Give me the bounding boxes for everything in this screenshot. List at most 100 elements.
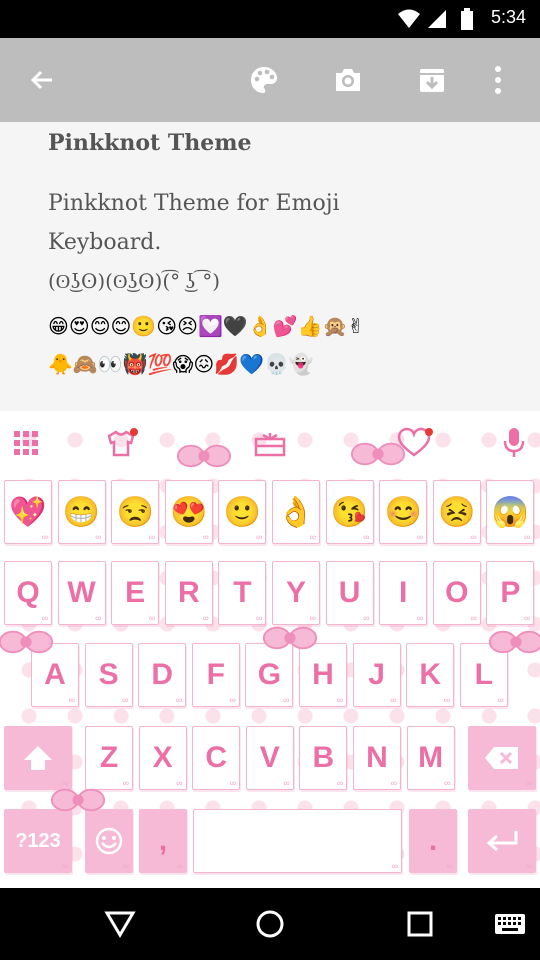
key-o[interactable]: O ∞ [432,561,481,625]
key-g-label: G [257,658,282,691]
emoji-suggestion-key-label: 😍 [170,495,208,529]
backspace-key[interactable]: ∞ [468,726,536,790]
key-t[interactable]: T ∞ [218,561,267,625]
key-q[interactable]: Q ∞ [4,561,52,625]
battery-icon [461,8,473,30]
apps-grid-icon[interactable] [6,423,46,463]
shift-icon [24,746,52,770]
emoji-suggestion-key[interactable]: 😍 ∞ [164,480,213,544]
back-triangle-icon[interactable] [98,902,142,946]
key-bow-mark: ∞ [416,532,424,542]
key-j-label: J [368,658,385,691]
emoji-suggestion-key[interactable]: 😘 ∞ [325,480,374,544]
key-bow-mark: ∞ [470,532,477,542]
key-bow-mark: ∞ [336,695,343,705]
key-bow-mark: ∞ [390,695,397,705]
keyboard: 💖 ∞ 😁 ∞ 😒 ∞ 😍 ∞ 🙂 ∞ 👌 ∞ 😘 ∞ 😊 ∞ 😣 ∞ 😱 ∞ Q ∞ W ∞ E ∞ R ∞ T ∞ Y ∞ U ∞ I ∞ O ∞ P ∞… [0,411,540,888]
smiley-icon [95,827,123,855]
emoji-suggestion-key-label: 💖 [9,495,47,529]
signal-icon [428,10,446,28]
keyboard-icon[interactable] [488,902,532,946]
theme-shirt-icon[interactable] [102,423,142,463]
period-key[interactable]: . ∞ [409,809,457,873]
archive-icon[interactable] [408,56,456,104]
key-k[interactable]: K ∞ [406,643,455,707]
key-r[interactable]: R ∞ [164,561,213,625]
back-arrow-icon[interactable] [18,56,66,104]
key-y-label: Y [285,576,306,609]
key-d-label: D [151,658,174,691]
key-x[interactable]: X ∞ [138,726,187,790]
key-e[interactable]: E ∞ [111,561,160,625]
key-f-label: F [206,658,225,691]
key-s[interactable]: S ∞ [84,643,133,707]
key-b[interactable]: B ∞ [299,726,348,790]
key-d[interactable]: D ∞ [138,643,187,707]
emoji-suggestion-key[interactable]: 😒 ∞ [111,480,160,544]
comma-key-label: , [158,824,168,857]
camera-icon[interactable] [324,56,372,104]
key-bow-mark: ∞ [95,532,102,542]
key-m[interactable]: M ∞ [406,726,455,790]
key-v[interactable]: V ∞ [245,726,294,790]
backspace-icon [485,747,518,769]
key-w-label: W [67,576,96,609]
status-bar: 5:34 [0,0,540,38]
emoji-suggestion-key[interactable]: 💖 ∞ [4,480,52,544]
key-p[interactable]: P ∞ [486,561,535,625]
key-bow-mark: ∞ [446,861,453,871]
palette-icon[interactable] [240,56,288,104]
emoji-suggestion-key-label: 😒 [116,495,154,529]
key-bow-mark: ∞ [122,695,129,705]
key-a-label: A [44,658,66,691]
bow-decoration-icon [262,626,318,650]
key-w[interactable]: W ∞ [57,561,106,625]
key-e-label: E [125,576,146,609]
key-c[interactable]: C ∞ [192,726,241,790]
home-circle-icon[interactable] [248,902,292,946]
emoji-suggestion-key[interactable]: 😣 ∞ [432,480,481,544]
key-j[interactable]: J ∞ [352,643,401,707]
symbols-key-label: ?123 [15,829,61,852]
key-b-label: B [312,741,335,774]
microphone-icon[interactable] [494,423,534,463]
bow-decoration-icon [488,630,540,654]
key-bow-mark: ∞ [202,613,209,623]
key-f[interactable]: F ∞ [191,643,240,707]
note-body[interactable]: Pinkknot Theme for Emoji Keyboard. (ʘ͜ʖʘ… [48,184,518,301]
key-bow-mark: ∞ [176,778,183,788]
emoji-suggestion-key[interactable]: 😁 ∞ [57,480,106,544]
key-r-label: R [177,576,200,609]
key-bow-mark: ∞ [229,695,236,705]
key-bow-mark: ∞ [95,613,102,623]
key-u[interactable]: U ∞ [325,561,374,625]
recents-square-icon[interactable] [398,902,442,946]
key-bow-mark: ∞ [336,778,344,788]
emoji-suggestion-key-label: 😊 [384,495,422,529]
key-n[interactable]: N ∞ [353,726,401,790]
key-i[interactable]: I ∞ [379,561,428,625]
period-key-label: . [428,824,438,857]
key-o-label: O [445,576,469,609]
status-time: 5:34 [490,7,526,27]
key-y[interactable]: Y ∞ [272,561,320,625]
key-bow-mark: ∞ [523,532,531,542]
emoji-suggestion-key-label: 😘 [330,495,369,529]
emoji-suggestion-key[interactable]: 😊 ∞ [379,480,428,544]
key-n-label: N [366,741,388,774]
emoji-suggestion-key[interactable]: 👌 ∞ [272,480,320,544]
key-m-label: M [418,741,444,774]
key-bow-mark: ∞ [497,695,504,705]
comma-key[interactable]: , ∞ [139,809,187,873]
key-bow-mark: ∞ [229,778,237,788]
key-bow-mark: ∞ [282,695,290,705]
gift-icon[interactable] [250,423,290,463]
enter-key[interactable]: ∞ [468,809,536,873]
key-bow-mark: ∞ [309,532,316,542]
key-c-label: C [205,741,228,774]
emoji-suggestion-key-label: 😣 [438,495,476,529]
more-vert-icon[interactable] [474,56,522,104]
emoji-suggestion-key[interactable]: 😱 ∞ [486,480,535,544]
emoji-suggestion-key[interactable]: 🙂 ∞ [218,480,267,544]
space-key[interactable]: ∞ [193,809,402,873]
